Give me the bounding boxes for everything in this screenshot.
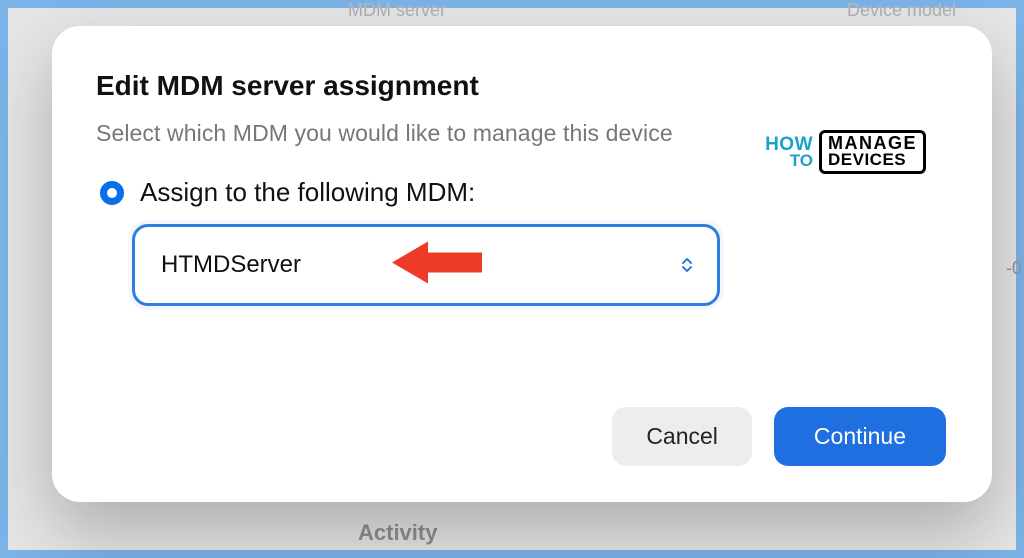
modal-footer: Cancel Continue <box>612 407 946 466</box>
cancel-button[interactable]: Cancel <box>612 407 752 466</box>
chevron-up-down-icon <box>680 255 694 275</box>
radio-selected-icon[interactable] <box>100 181 124 205</box>
watermark-to: TO <box>790 153 813 169</box>
watermark-devices: DEVICES <box>828 152 917 168</box>
watermark-box: MANAGE DEVICES <box>819 130 926 174</box>
mdm-server-select-wrap: HTMDServer <box>132 224 720 306</box>
how-to-manage-devices-watermark: HOW TO MANAGE DEVICES <box>765 130 926 174</box>
red-arrow-annotation-icon <box>392 238 482 293</box>
radio-label: Assign to the following MDM: <box>140 177 475 208</box>
edit-mdm-modal: Edit MDM server assignment Select which … <box>52 26 992 502</box>
assign-radio-row[interactable]: Assign to the following MDM: <box>96 177 942 208</box>
mdm-server-selected-value: HTMDServer <box>161 251 301 279</box>
modal-title: Edit MDM server assignment <box>96 70 942 102</box>
watermark-howto: HOW TO <box>765 136 813 169</box>
modal-scrim: Edit MDM server assignment Select which … <box>8 8 1016 550</box>
continue-button[interactable]: Continue <box>774 407 946 466</box>
